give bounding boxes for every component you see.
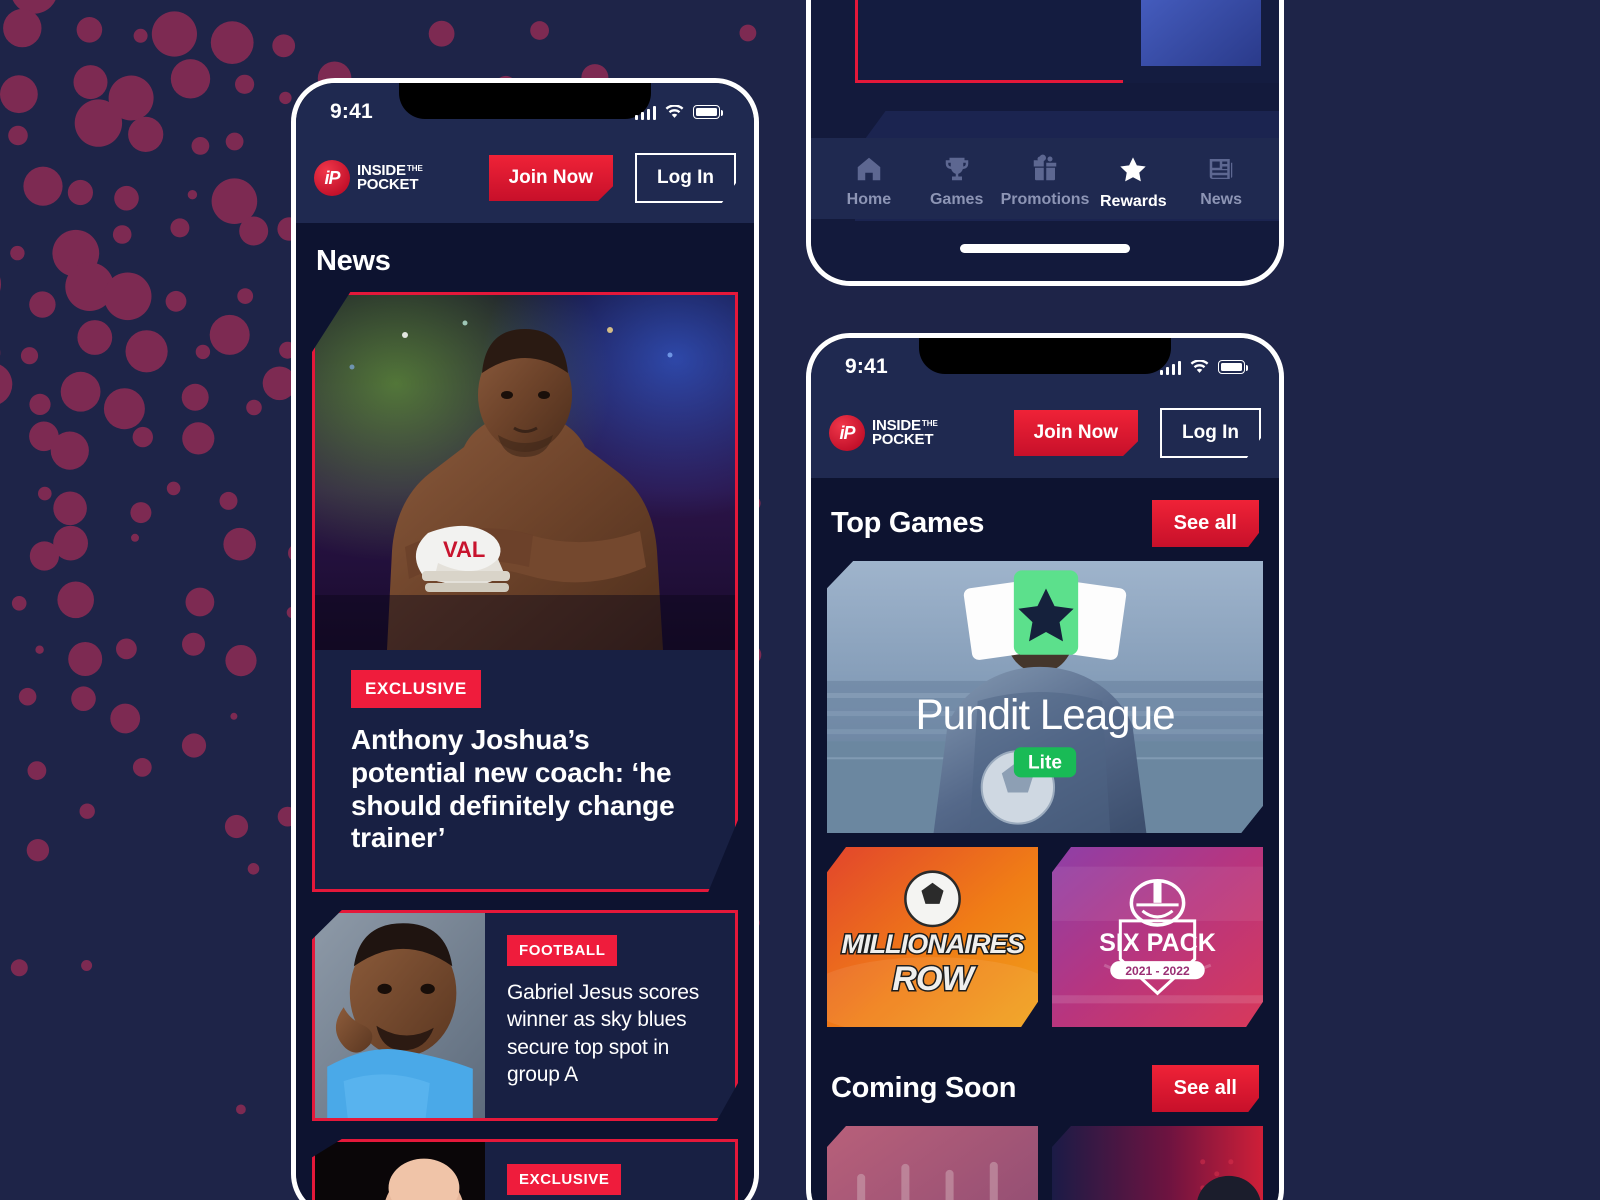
coming-soon-tile-survivor[interactable]: SURVIVOR [1052,1126,1263,1200]
wifi-icon [1190,360,1209,373]
game-tiles-row: MILLIONAIRES ROW SIX PACK 2021 - 2022 [827,847,1263,1027]
section-title: Coming Soon [831,1072,1017,1104]
battery-icon [693,105,723,119]
tab-label: Rewards [1099,193,1167,210]
logo-mark-icon: iP [314,160,350,196]
tab-news[interactable]: News [1177,154,1265,209]
tab-label: Home [846,191,892,208]
tab-rewards[interactable]: Rewards [1089,154,1177,211]
app-header: iP INSIDE THE POCKET Join Now Log In [811,392,1279,478]
game-tile-six-pack[interactable]: SIX PACK 2021 - 2022 [1052,847,1263,1027]
svg-text:ROW: ROW [892,960,976,998]
brand-logo[interactable]: iP INSIDE THE POCKET [314,160,423,196]
battery-icon [1218,360,1248,374]
coming-soon-tile-crowd[interactable] [827,1126,1038,1200]
section-title: Top Games [831,507,985,539]
home-icon [857,157,881,181]
coming-soon-row: SURVIVOR [827,1126,1263,1200]
logo-line2: POCKET [357,176,419,193]
status-bar: 9:41 [811,338,1279,392]
tab-label: Promotions [1000,191,1090,208]
signal-bars-icon [1159,360,1181,375]
news-thumbnail [315,913,485,1118]
join-now-button[interactable]: Join Now [488,155,614,201]
tab-promotions[interactable]: Promotions [1000,154,1090,209]
home-indicator[interactable] [960,244,1130,253]
brand-logo[interactable]: iP INSIDE THE POCKET [829,415,938,451]
pundit-league-artwork: Pundit League Lite [827,561,1263,833]
news-thumbnail [315,1142,485,1200]
lite-badge: Lite [1028,752,1062,773]
coming-soon-header: Coming Soon See all [811,1043,1279,1126]
tab-home[interactable]: Home [825,154,913,209]
rewards-screen: Claim Reward Home Games Promotions [811,0,1279,281]
tab-games[interactable]: Games [913,154,1001,209]
news-card-row[interactable]: EXCLUSIVE [312,1139,738,1200]
logo-line2: POCKET [872,431,934,448]
trophy-icon [945,157,968,181]
see-all-top-games-button[interactable]: See all [1151,500,1259,547]
news-hero-image: VAL [315,295,735,650]
games-screen: 9:41 iP INSIDE THE POCKET Join Now Log I… [811,338,1279,1200]
logo-the: THE [406,164,423,174]
phone-rewards: Claim Reward Home Games Promotions [806,0,1284,286]
game-card-pundit-league[interactable]: Pundit League Lite [827,561,1263,833]
pundit-league-wordmark: Pundit League [915,691,1174,738]
star-icon [1120,157,1147,182]
news-headline: Gabriel Jesus scores winner as sky blues… [507,981,700,1086]
news-tag: EXCLUSIVE [351,670,481,708]
log-in-button[interactable]: Log In [1160,408,1261,458]
notch [919,338,1171,374]
svg-text:2021 - 2022: 2021 - 2022 [1125,964,1190,978]
logo-the: THE [921,419,938,429]
phone-games: 9:41 iP INSIDE THE POCKET Join Now Log I… [806,333,1284,1200]
news-content: News VAL EXCLUSIVE Anthony Joshua’s pote… [296,223,754,1200]
svg-text:MILLIONAIRES: MILLIONAIRES [841,928,1024,959]
log-in-button[interactable]: Log In [635,153,736,203]
survivor-artwork: SURVIVOR [1052,1126,1263,1200]
phone-news: 9:41 iP INSIDE THE POCKET Join Now Log I… [291,78,759,1200]
see-all-coming-soon-button[interactable]: See all [1151,1065,1259,1112]
background-dot-pattern [0,0,1600,1200]
news-section-header: News [296,223,754,292]
news-tag: EXCLUSIVE [507,1164,622,1195]
svg-text:VAL: VAL [443,537,485,562]
games-content: Top Games See all Pundit League Lite MIL… [811,478,1279,1200]
tab-bar: Home Games Promotions Rewards News [811,138,1279,219]
reward-promo-card[interactable]: Claim Reward [855,0,1279,83]
page-title: News [316,245,391,277]
millionaires-row-artwork: MILLIONAIRES ROW [827,847,1038,1027]
join-now-button[interactable]: Join Now [1013,410,1139,456]
logo-mark-icon: iP [829,415,865,451]
notch [399,83,651,119]
newspaper-icon [1209,159,1233,179]
status-time: 9:41 [845,355,888,378]
wifi-icon [665,105,684,118]
top-games-header: Top Games See all [811,478,1279,561]
six-pack-artwork: SIX PACK 2021 - 2022 [1052,847,1263,1027]
news-card-row[interactable]: FOOTBALL Gabriel Jesus scores winner as … [312,910,738,1121]
tab-label: Games [929,191,984,208]
app-header: iP INSIDE THE POCKET Join Now Log In [296,137,754,223]
svg-text:SIX PACK: SIX PACK [1099,929,1216,957]
news-screen: 9:41 iP INSIDE THE POCKET Join Now Log I… [296,83,754,1200]
status-bar: 9:41 [296,83,754,137]
signal-bars-icon [634,105,656,120]
news-headline: Anthony Joshua’s potential new coach: ‘h… [351,724,675,854]
news-tag: FOOTBALL [507,935,618,966]
gift-icon [1033,154,1057,181]
news-card-hero[interactable]: VAL EXCLUSIVE Anthony Joshua’s potential… [312,292,738,892]
tab-label: News [1200,191,1243,208]
status-time: 9:41 [330,100,373,123]
game-tile-millionaires-row[interactable]: MILLIONAIRES ROW [827,847,1038,1027]
